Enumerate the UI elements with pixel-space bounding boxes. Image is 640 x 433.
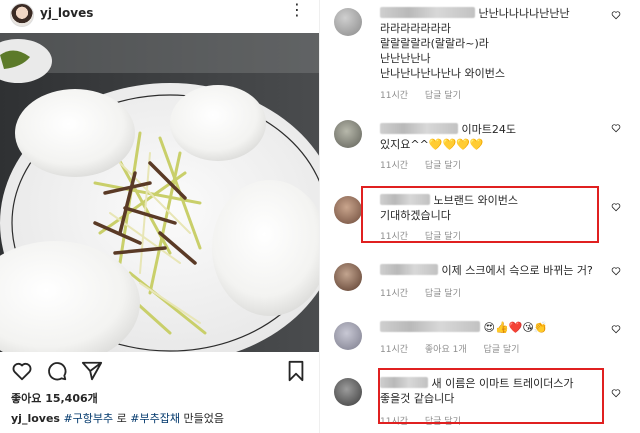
- bookmark-icon[interactable]: [285, 360, 307, 382]
- post-username[interactable]: yj_loves: [40, 6, 93, 20]
- heart-icon[interactable]: [611, 266, 621, 276]
- food-photo: [0, 33, 319, 352]
- reply-button[interactable]: 답글 달기: [425, 289, 461, 299]
- comment-icon[interactable]: [46, 360, 68, 382]
- post-panel: yj_loves ⋮ 좋아요 15,406개 yj_loves #구항부추 로 …: [0, 0, 319, 433]
- more-icon[interactable]: ⋮: [289, 2, 305, 18]
- caption-username[interactable]: yj_loves: [11, 412, 60, 425]
- post-actions: [0, 360, 319, 386]
- caption: yj_loves #구항부추 로 #부추잡채 만들었음: [11, 410, 224, 426]
- blurred-username: [380, 123, 458, 134]
- caption-text: 로: [116, 412, 127, 425]
- comment-meta: 11시간 답글 달기: [380, 289, 461, 299]
- avatar[interactable]: [334, 378, 362, 406]
- hashtag[interactable]: #구항부추: [63, 412, 113, 425]
- avatar[interactable]: [334, 120, 362, 148]
- comments-panel: 난난나나나나난난난 라라라라라라라 랄랄랄랄라(랄랄라~)라 난난난난나 난나난…: [320, 0, 640, 433]
- heart-icon[interactable]: [611, 324, 621, 334]
- avatar[interactable]: [334, 196, 362, 224]
- comment-text: 이마트24도 있지요^^💛💛💛💛: [380, 123, 516, 151]
- blurred-username: [380, 321, 480, 332]
- reply-button[interactable]: 답글 달기: [425, 161, 461, 171]
- comment-text: 난난나나나나난난난 라라라라라라라 랄랄랄랄라(랄랄라~)라 난난난난나 난나난…: [380, 7, 570, 80]
- hashtag[interactable]: #부추잡채: [130, 412, 180, 425]
- avatar[interactable]: [334, 322, 362, 350]
- blurred-username: [380, 7, 475, 18]
- reply-button[interactable]: 답글 달기: [483, 345, 519, 355]
- comment-meta: 11시간 좋아요 1개 답글 달기: [380, 345, 520, 355]
- like-count[interactable]: 좋아요 15,406개: [11, 390, 98, 406]
- heart-icon[interactable]: [611, 202, 621, 212]
- comment-like-count[interactable]: 좋아요 1개: [425, 345, 467, 355]
- blurred-username: [380, 264, 438, 275]
- comment-text: 이제 스크에서 슥으로 바뀌는 거?: [380, 263, 593, 278]
- heart-icon[interactable]: [611, 123, 621, 133]
- reply-button[interactable]: 답글 달기: [425, 91, 461, 101]
- highlight-box: [361, 186, 599, 243]
- heart-icon[interactable]: [11, 360, 33, 382]
- share-icon[interactable]: [81, 360, 103, 382]
- heart-icon[interactable]: [611, 10, 621, 20]
- comment-meta: 11시간 답글 달기: [380, 161, 461, 171]
- comment-meta: 11시간 답글 달기: [380, 91, 461, 101]
- avatar[interactable]: [334, 8, 362, 36]
- comment-text: 😍👍❤️😘👏: [380, 320, 548, 335]
- highlight-box: [378, 368, 604, 424]
- avatar[interactable]: [334, 263, 362, 291]
- heart-icon[interactable]: [611, 388, 621, 398]
- avatar[interactable]: [10, 3, 34, 27]
- caption-text: 만들었음: [183, 412, 224, 425]
- post-photo[interactable]: [0, 33, 319, 352]
- post-header: yj_loves ⋮: [0, 0, 319, 30]
